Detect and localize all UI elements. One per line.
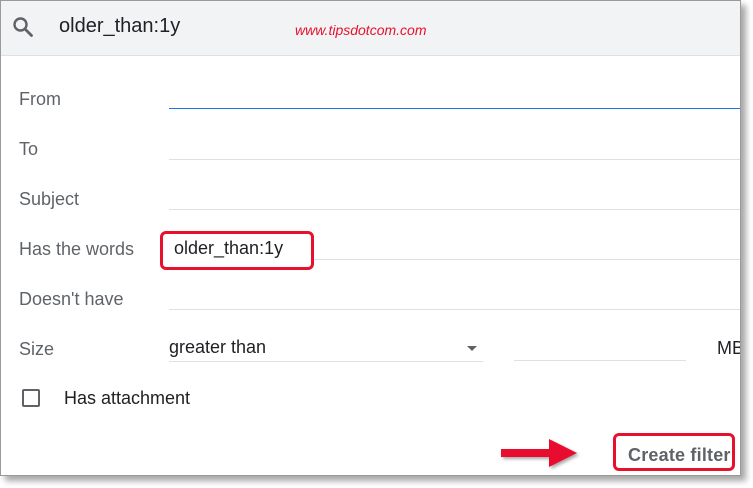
watermark: www.tipsdotcom.com bbox=[295, 22, 427, 38]
size-operator-select[interactable]: greater than bbox=[169, 337, 483, 362]
search-input[interactable]: older_than:1y bbox=[59, 15, 180, 38]
search-bar: older_than:1y www.tipsdotcom.com bbox=[1, 1, 740, 56]
subject-label: Subject bbox=[19, 189, 80, 209]
has-words-label: Has the words bbox=[19, 239, 135, 259]
to-field[interactable] bbox=[169, 159, 740, 160]
red-arrow-icon bbox=[501, 439, 577, 467]
has-words-field[interactable]: older_than:1y bbox=[174, 238, 283, 259]
size-value-field[interactable] bbox=[514, 360, 686, 361]
has-attachment-label: Has attachment bbox=[64, 388, 191, 408]
filter-dialog: older_than:1y www.tipsdotcom.com From To… bbox=[0, 0, 741, 476]
size-operator-value: greater than bbox=[169, 337, 267, 357]
dropdown-arrow-icon bbox=[467, 346, 477, 351]
search-icon[interactable] bbox=[11, 15, 35, 39]
to-label: To bbox=[19, 139, 39, 159]
doesnt-have-label: Doesn't have bbox=[19, 289, 124, 309]
doesnt-have-field[interactable] bbox=[169, 309, 740, 310]
create-filter-label: Create filter bbox=[628, 445, 731, 465]
create-filter-button[interactable]: Create filter bbox=[613, 433, 735, 471]
size-unit-select[interactable]: MB bbox=[717, 338, 740, 359]
from-label: From bbox=[19, 89, 61, 109]
has-words-underline bbox=[311, 259, 740, 260]
subject-field[interactable] bbox=[169, 209, 740, 210]
has-attachment-checkbox[interactable] bbox=[22, 389, 40, 407]
size-label: Size bbox=[19, 339, 55, 359]
from-field[interactable] bbox=[169, 108, 740, 109]
